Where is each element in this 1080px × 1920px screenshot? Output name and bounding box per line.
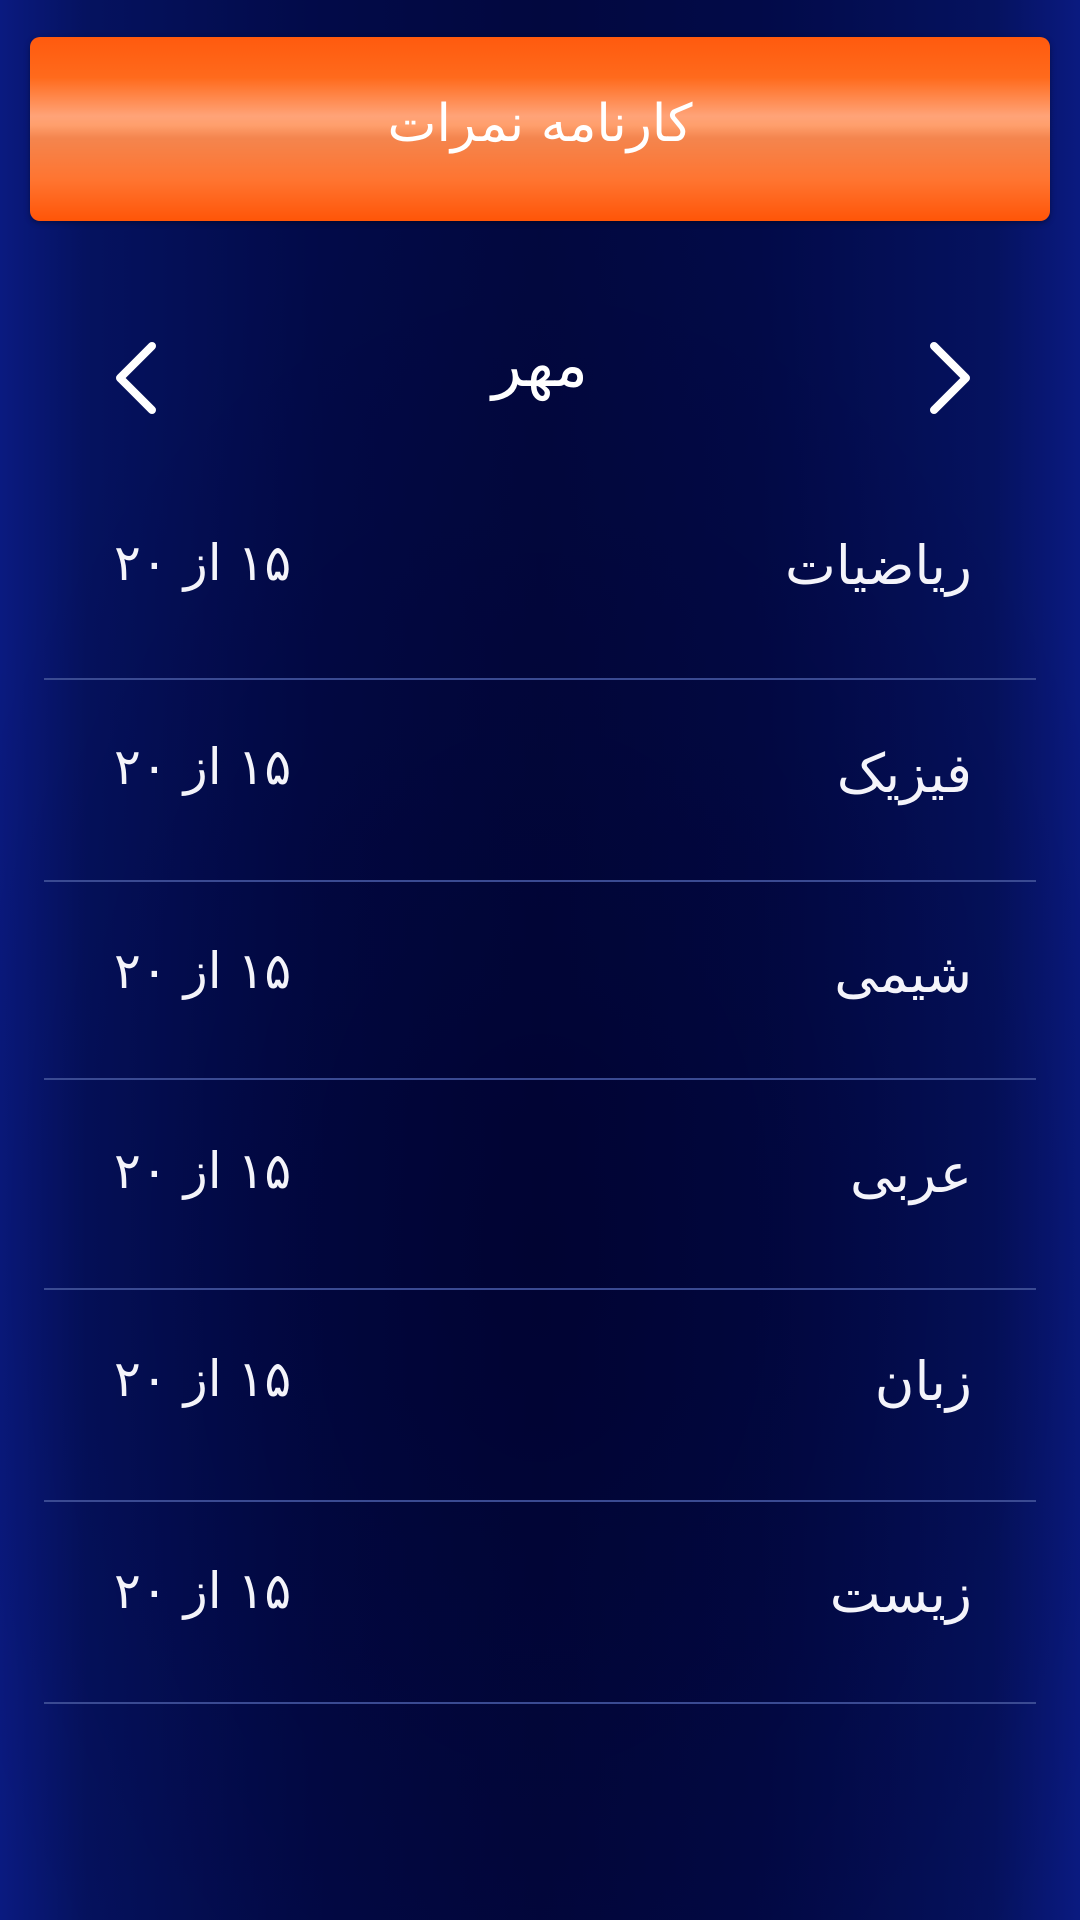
subject-label: ریاضیات: [785, 534, 972, 597]
subject-label: فیزیک: [836, 742, 972, 805]
subject-label: زبان: [874, 1350, 972, 1413]
page-header: کارنامه نمرات: [30, 37, 1050, 221]
grade-row-math: ریاضیات ۱۵ از ۲۰: [44, 478, 1036, 680]
score-label: ۱۵ از ۲۰: [114, 738, 292, 796]
subject-label: شیمی: [834, 942, 972, 1005]
grades-list: ریاضیات ۱۵ از ۲۰ فیزیک ۱۵ از ۲۰ شیمی ۱۵ …: [44, 478, 1036, 1704]
score-label: ۱۵ از ۲۰: [114, 1562, 292, 1620]
next-month-button[interactable]: [910, 338, 990, 418]
page-title: کارنامه نمرات: [387, 94, 693, 154]
score-label: ۱۵ از ۲۰: [114, 942, 292, 1000]
grade-row-language: زبان ۱۵ از ۲۰: [44, 1290, 1036, 1502]
grade-row-chemistry: شیمی ۱۵ از ۲۰: [44, 882, 1036, 1080]
grade-row-physics: فیزیک ۱۵ از ۲۰: [44, 680, 1036, 882]
subject-label: عربی: [849, 1142, 972, 1205]
score-label: ۱۵ از ۲۰: [114, 1142, 292, 1200]
subject-label: زیست: [829, 1562, 972, 1625]
score-label: ۱۵ از ۲۰: [114, 1350, 292, 1408]
month-navigator: مهر: [0, 320, 1080, 440]
chevron-right-icon: [930, 342, 970, 414]
grade-row-arabic: عربی ۱۵ از ۲۰: [44, 1080, 1036, 1290]
score-label: ۱۵ از ۲۰: [114, 534, 292, 592]
grade-row-biology: زیست ۱۵ از ۲۰: [44, 1502, 1036, 1704]
